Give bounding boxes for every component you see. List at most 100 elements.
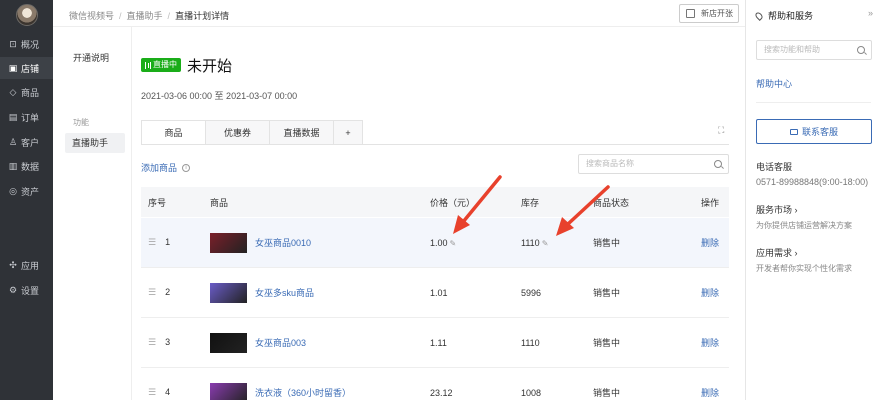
help-title: 帮助和服务 [754,9,813,22]
main-panel: 直播中 未开始 2021-03-06 00:00 至 2021-03-07 00… [131,27,745,400]
sidebar-item-live-assistant[interactable]: 直播助手 [65,133,125,153]
breadcrumb-item-current: 直播计划详情 [175,11,230,21]
tab-divider [141,144,729,145]
product-thumbnail [210,232,247,253]
product-name-link[interactable]: 女巫商品003 [255,336,306,349]
product-thumbnail [210,332,247,353]
live-badge: 直播中 [141,58,181,72]
row-seq: 4 [165,387,171,397]
collapse-panel-icon[interactable]: » [868,8,873,18]
product-search-input[interactable]: 搜索商品名称 [578,154,729,174]
nav-item-bottom-1[interactable]: ⚙ 设置 [0,279,53,301]
delete-button[interactable]: 删除 [701,286,719,299]
product-thumbnail [210,282,247,303]
drag-handle-icon[interactable]: ☰ [148,287,156,297]
store-icon: ▣ [8,63,18,73]
row-status: 销售中 [593,238,621,248]
top-bar: 微信视频号 / 直播助手 / 直播计划详情 新店开张 [53,0,745,27]
drag-handle-icon[interactable]: ☰ [148,337,156,347]
shop-avatar[interactable] [15,4,38,26]
help-search-input[interactable]: 搜索功能和帮助 [756,40,872,60]
data-icon: ▥ [8,161,18,171]
drag-handle-icon[interactable]: ☰ [148,237,156,247]
info-icon[interactable]: i [182,163,191,172]
nav-item-3[interactable]: ▤ 订单 [0,106,53,128]
contact-support-button[interactable]: 联系客服 [756,119,872,144]
row-seq: 1 [165,237,171,247]
tab-live-data[interactable]: 直播数据 [270,121,334,145]
monitor-icon [789,128,798,135]
help-panel: 帮助和服务 » 搜索功能和帮助 帮助中心 联系客服 电话客服 0571-8998… [745,0,881,400]
table-row: ☰ 1 女巫商品0010 1.00 ✎ 1110 ✎ 销售中 删除 [141,218,729,268]
edit-price-icon[interactable]: ✎ [450,239,457,248]
row-stock: 1110 [521,237,540,248]
table-row: ☰ 3 女巫商品003 1.11 1110 销售中 删除 [141,318,729,368]
row-status: 销售中 [593,338,621,348]
product-name-link[interactable]: 女巫商品0010 [255,236,311,249]
nav-item-0[interactable]: ⊡ 概况 [0,33,53,55]
sub-sidebar: 开通说明 功能 直播助手 [53,27,131,400]
checklist-icon [686,9,695,18]
tag-icon: ◇ [9,87,17,97]
nav-item-6[interactable]: ◎ 资产 [0,180,53,202]
customer-icon: ♙ [8,137,18,147]
nav-item-2[interactable]: ◇ 商品 [0,81,53,103]
location-pin-icon [754,10,764,21]
help-center-link[interactable]: 帮助中心 [756,77,792,90]
order-icon: ▤ [8,112,18,122]
add-product-link[interactable]: 添加商品 i [141,161,191,174]
row-price: 23.12 [430,387,453,398]
row-status: 销售中 [593,388,621,398]
header-seq: 序号 [148,197,167,208]
settings-icon: ⚙ [8,285,18,295]
main-nav: ⊡ 概况 ▣ 店铺 ◇ 商品 ▤ 订单 ♙ 客户 ▥ 数据 ◎ 资产 ✣ 应用 ⚙ 设置 [0,0,53,400]
search-icon[interactable] [857,46,865,54]
table-header: 序号 商品 价格（元） 库存 商品状态 操作 [141,187,729,217]
sidebar-group-label: 功能 [73,118,89,127]
plan-date-range: 2021-03-06 00:00 至 2021-03-07 00:00 [141,91,298,101]
table-row: ☰ 2 女巫多sku商品 1.01 5996 销售中 删除 [141,268,729,318]
row-seq: 2 [165,287,171,297]
row-price: 1.11 [430,337,447,348]
table-row: ☰ 4 洗衣液（360小时留香） 23.12 1008 销售中 删除 [141,368,729,400]
tab-coupons[interactable]: 优惠券 [206,121,270,145]
overview-icon: ⊡ [9,39,17,49]
breadcrumb-item-channels[interactable]: 微信视频号 [69,11,114,21]
fullscreen-icon[interactable]: ⛶ [718,126,726,135]
tab-products[interactable]: 商品 [142,121,206,145]
nav-item-bottom-0[interactable]: ✣ 应用 [0,254,53,276]
row-seq: 3 [165,337,171,347]
app-request-link[interactable]: 应用需求 › [756,246,798,259]
nav-item-1[interactable]: ▣ 店铺 [0,57,53,79]
tab-bar: 商品 优惠券 直播数据 + [141,120,363,145]
live-icon [145,61,151,69]
row-price: 1.00 [430,237,448,248]
drag-handle-icon[interactable]: ☰ [148,387,156,397]
header-product: 商品 [210,197,229,208]
header-price: 价格（元） [430,197,476,208]
breadcrumb-item-live-assistant[interactable]: 直播助手 [127,11,163,21]
tab-add[interactable]: + [334,121,362,145]
nav-item-4[interactable]: ♙ 客户 [0,131,53,153]
row-price: 1.01 [430,287,448,298]
service-market-desc: 为你提供店铺运营解决方案 [756,221,852,230]
product-name-link[interactable]: 女巫多sku商品 [255,286,314,299]
search-icon[interactable] [714,160,722,168]
breadcrumb: 微信视频号 / 直播助手 / 直播计划详情 [69,11,230,21]
header-status: 商品状态 [593,197,630,208]
app-request-desc: 开发者帮你实现个性化需求 [756,264,852,273]
edit-stock-icon[interactable]: ✎ [542,239,549,248]
nav-item-5[interactable]: ▥ 数据 [0,155,53,177]
service-market-link[interactable]: 服务市场 › [756,203,798,216]
row-stock: 5996 [521,287,542,298]
delete-button[interactable]: 删除 [701,336,719,349]
apps-icon: ✣ [9,260,17,270]
help-divider [756,102,871,103]
delete-button[interactable]: 删除 [701,386,719,399]
product-name-link[interactable]: 洗衣液（360小时留香） [255,386,351,399]
row-status: 销售中 [593,288,621,298]
new-shop-button[interactable]: 新店开张 [679,4,739,23]
delete-button[interactable]: 删除 [701,236,719,249]
sidebar-item-intro[interactable]: 开通说明 [73,51,109,64]
plan-status: 未开始 [187,58,233,75]
